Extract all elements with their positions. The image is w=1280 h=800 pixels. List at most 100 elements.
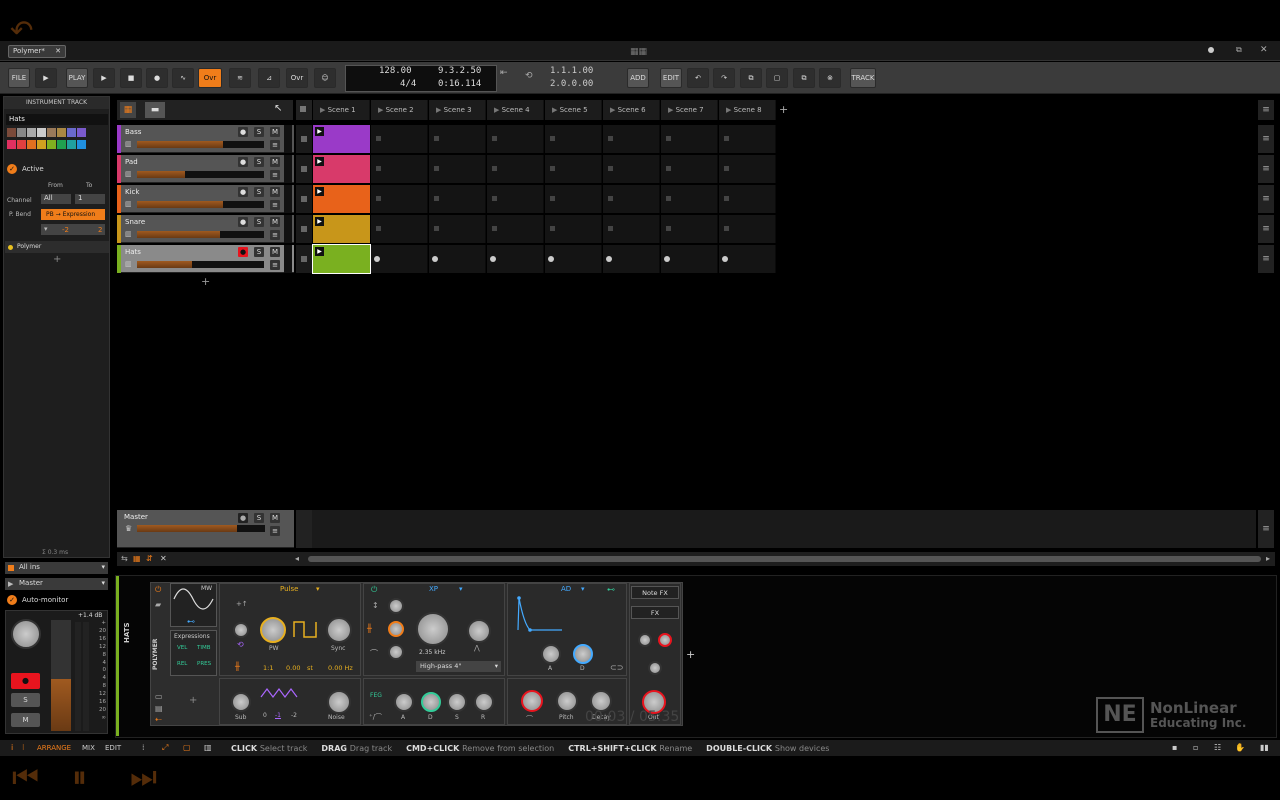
clip-slot[interactable] [545, 155, 602, 183]
clip-slot[interactable] [603, 215, 660, 243]
empty-slot-icon[interactable] [724, 136, 729, 141]
groove-icon[interactable]: ☺ [314, 68, 336, 88]
fx-knob-2[interactable] [658, 633, 672, 647]
track-arm-button[interactable]: ● [238, 247, 248, 257]
track-menu-icon[interactable]: ≡ [270, 260, 280, 270]
clip-slot[interactable] [371, 155, 428, 183]
empty-slot-icon[interactable] [550, 166, 555, 171]
auto-monitor-check-icon[interactable]: ✓ [7, 595, 17, 605]
clip-slot[interactable] [603, 125, 660, 153]
feg-attack-knob[interactable] [394, 692, 414, 712]
add-scene-icon[interactable]: + [779, 103, 788, 116]
channel-to-select[interactable]: 1 [75, 194, 105, 204]
clip[interactable]: ▶ [313, 155, 370, 183]
scene-launch-icon[interactable]: ▶ [378, 106, 386, 114]
feg-decay-knob[interactable] [421, 692, 441, 712]
color-swatch[interactable] [17, 140, 26, 149]
clip-slot[interactable] [545, 185, 602, 213]
track-arm-button[interactable]: ● [238, 127, 248, 137]
modulator-icon[interactable]: ⇠ [155, 715, 162, 724]
empty-slot-icon[interactable] [608, 226, 613, 231]
play-label-button[interactable]: PLAY [66, 68, 88, 88]
track-mute-button[interactable]: M [270, 247, 280, 257]
track-solo-button[interactable]: S [254, 187, 264, 197]
master-solo-button[interactable]: S [254, 513, 264, 523]
list-icon[interactable]: ▤ [155, 704, 163, 713]
track-stop-icon[interactable] [301, 166, 307, 172]
track-menu-icon[interactable]: ≡ [270, 200, 280, 210]
arrange-mode-button[interactable]: ARRANGE [37, 744, 71, 752]
channel-from-select[interactable]: All [41, 194, 71, 204]
empty-slot-icon[interactable] [376, 166, 381, 171]
keytrack-icon[interactable]: ╫ [235, 662, 240, 671]
mod-link-icon[interactable]: ⟲ [237, 640, 244, 649]
clip-slot[interactable] [371, 125, 428, 153]
master-record-dot-icon[interactable]: ● [238, 513, 248, 523]
clip[interactable]: ▶ [313, 215, 370, 243]
master-volume[interactable] [137, 525, 265, 532]
empty-slot-icon[interactable] [434, 196, 439, 201]
octave-icon[interactable]: +↑ [236, 600, 248, 608]
redo-icon[interactable]: ↷ [713, 68, 735, 88]
loop-icon[interactable]: ⟲ [525, 71, 533, 81]
horizontal-scrollbar[interactable] [308, 556, 1261, 562]
video-pause-icon[interactable]: ⏸ [72, 760, 87, 795]
color-swatch[interactable] [17, 128, 26, 137]
edit-button[interactable]: EDIT [660, 68, 682, 88]
clip[interactable]: ▶ [313, 125, 370, 153]
record-arm-button[interactable]: ● [11, 673, 40, 689]
input-select[interactable]: All ins ▾ [5, 562, 108, 574]
clip-slot[interactable] [487, 215, 544, 243]
hz-value[interactable]: 0.00 Hz [328, 664, 353, 672]
semi-value[interactable]: 0.00 [286, 664, 300, 672]
loop-length[interactable]: 2.0.0.00 [550, 79, 593, 89]
clip-slot[interactable] [661, 215, 718, 243]
clip-slot[interactable] [603, 185, 660, 213]
track-header[interactable]: Kick ● S M ▥ ≡ [117, 185, 294, 213]
scene-launch-icon[interactable]: ▶ [552, 106, 560, 114]
empty-slot-icon[interactable] [376, 196, 381, 201]
mute-button[interactable]: M [11, 713, 40, 727]
keytrack-knob[interactable] [388, 621, 404, 637]
clip-automation-icon[interactable]: ⊿ [258, 68, 280, 88]
pan-knob[interactable] [11, 619, 41, 649]
record-slot-icon[interactable] [374, 256, 380, 262]
empty-slot-icon[interactable] [724, 196, 729, 201]
edit-mode-button[interactable]: EDIT [105, 744, 121, 752]
track-stop-icon[interactable] [301, 226, 307, 232]
color-swatch[interactable] [7, 140, 16, 149]
empty-slot-icon[interactable] [550, 226, 555, 231]
grid-view-icon[interactable]: ▥ [204, 743, 212, 752]
track-volume[interactable] [137, 261, 264, 268]
scene-header[interactable]: ▶ Scene 3 [429, 100, 486, 120]
clip-slot[interactable] [661, 125, 718, 153]
track-menu-icon[interactable]: ≡ [270, 140, 280, 150]
clip-slot[interactable] [371, 245, 428, 273]
clip-slot[interactable] [719, 125, 776, 153]
empty-slot-icon[interactable] [492, 136, 497, 141]
clip-slot[interactable] [545, 125, 602, 153]
record-slot-icon[interactable] [722, 256, 728, 262]
clip-slot[interactable] [371, 185, 428, 213]
active-check-icon[interactable]: ✓ [7, 164, 17, 174]
scene-launch-icon[interactable]: ▶ [494, 106, 502, 114]
empty-slot-icon[interactable] [608, 196, 613, 201]
color-swatch[interactable] [37, 128, 46, 137]
color-swatch[interactable] [57, 128, 66, 137]
clip-play-icon[interactable]: ▶ [315, 217, 324, 226]
clip-slot[interactable] [661, 185, 718, 213]
track-mute-button[interactable]: M [270, 157, 280, 167]
fx-knob-3[interactable] [648, 661, 662, 675]
osc-small-knob[interactable] [233, 622, 249, 638]
master-row-menu-icon[interactable]: ≡ [1258, 510, 1274, 548]
loop-icon[interactable]: ⊂⊃ [610, 663, 623, 672]
clip-slot[interactable] [429, 185, 486, 213]
filter-keytrack-icon[interactable]: ╫ [367, 624, 372, 633]
empty-slot-icon[interactable] [608, 136, 613, 141]
track-arm-button[interactable]: ● [238, 217, 248, 227]
noise-knob[interactable] [327, 690, 351, 714]
layers-icon[interactable]: ≋ [229, 68, 251, 88]
clip-slot[interactable] [487, 245, 544, 273]
clip-slot[interactable] [429, 215, 486, 243]
mix-mode-button[interactable]: MIX [82, 744, 95, 752]
